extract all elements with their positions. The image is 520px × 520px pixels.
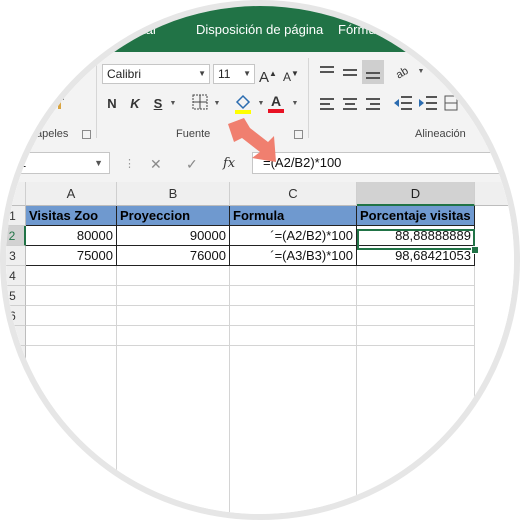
font-name-combo[interactable]: Calibri ▼	[102, 64, 210, 84]
column-header-e[interactable]	[475, 182, 514, 206]
font-launcher-icon[interactable]	[294, 130, 303, 139]
enter-icon[interactable]: ✓	[186, 156, 198, 173]
align-middle-button[interactable]	[341, 62, 359, 82]
column-header-d[interactable]: D	[357, 182, 475, 206]
cell-c1[interactable]: Formula	[230, 206, 357, 226]
font-color-swatch	[268, 109, 284, 113]
group-label-clipboard: apeles	[36, 128, 69, 140]
orientation-dropdown-icon[interactable]: ▼	[416, 62, 426, 82]
chevron-down-icon: ▼	[243, 69, 251, 78]
tab-formulas[interactable]: Fórmula	[338, 22, 386, 37]
borders-button[interactable]	[190, 94, 210, 116]
select-all-corner[interactable]	[6, 182, 26, 206]
name-box[interactable]: 2 ▼	[6, 152, 110, 174]
name-box-value: 2	[19, 155, 27, 170]
svg-text:A: A	[271, 93, 281, 109]
orientation-button[interactable]: ab	[393, 62, 415, 86]
fill-dropdown-icon[interactable]: ▼	[256, 94, 266, 114]
format-painter-icon[interactable]	[48, 92, 72, 118]
merge-center-button[interactable]	[443, 94, 459, 114]
group-label-alignment: Alineación	[415, 128, 466, 140]
cell-a3[interactable]: 75000	[26, 246, 117, 266]
clipboard-launcher-icon[interactable]	[82, 130, 91, 139]
grow-font-label: A	[259, 69, 270, 86]
fill-color-swatch	[235, 110, 251, 114]
chevron-down-icon: ▼	[198, 69, 206, 78]
borders-dropdown-icon[interactable]: ▼	[212, 94, 222, 114]
orientation-icon: ab	[394, 65, 411, 82]
pointer-arrow-icon	[228, 118, 276, 162]
cell-c3[interactable]: ´=(A3/B3)*100	[230, 246, 357, 266]
svg-text:ab: ab	[394, 65, 411, 80]
font-name-value: Calibri	[107, 67, 142, 81]
align-left-button[interactable]	[318, 94, 336, 114]
circular-viewport: sertar Disposición de página Fórmula ape…	[0, 0, 520, 520]
excel-window: sertar Disposición de página Fórmula ape…	[6, 6, 514, 514]
increase-indent-button[interactable]	[418, 94, 438, 114]
align-right-button[interactable]	[364, 94, 382, 114]
column-header-c[interactable]: C	[230, 182, 357, 206]
italic-button[interactable]: K	[127, 94, 143, 114]
active-cell-selection[interactable]	[357, 229, 475, 250]
decrease-indent-icon	[394, 96, 412, 110]
row-header-filler	[6, 346, 26, 514]
cancel-icon[interactable]: ✕	[150, 156, 162, 173]
fill-handle[interactable]	[471, 246, 479, 254]
fill-color-button[interactable]	[232, 92, 254, 120]
ribbon-separator	[308, 58, 309, 138]
row-header-3[interactable]: 3	[6, 246, 26, 266]
cell-a2[interactable]: 80000	[26, 226, 117, 246]
tab-insert[interactable]: sertar	[124, 22, 157, 37]
formula-input[interactable]: =(A2/B2)*100	[252, 152, 514, 174]
shrink-font-button[interactable]: A▼	[281, 64, 301, 87]
align-center-button[interactable]	[341, 94, 359, 114]
increase-indent-icon	[419, 96, 437, 110]
shrink-font-label: A	[283, 70, 292, 84]
align-top-button[interactable]	[318, 62, 336, 82]
font-color-dropdown-icon[interactable]: ▼	[290, 94, 300, 114]
font-color-button[interactable]: A	[266, 92, 286, 120]
cell-d1[interactable]: Porcentaje visitas	[357, 206, 475, 226]
bold-button[interactable]: N	[104, 94, 120, 114]
align-bottom-button[interactable]	[362, 60, 384, 84]
row-header-5[interactable]: 5	[6, 286, 26, 306]
row-header-4[interactable]: 4	[6, 266, 26, 286]
group-label-font: Fuente	[176, 128, 211, 140]
column-header-b[interactable]: B	[117, 182, 230, 206]
grow-font-button[interactable]: A▲	[258, 64, 278, 88]
underline-button[interactable]: S	[150, 94, 166, 114]
spreadsheet-grid: A B C D 1 2 3 4 5 6 7 Visitas Zoo Proyec…	[6, 182, 514, 514]
row-header-2[interactable]: 2	[6, 226, 26, 246]
font-size-combo[interactable]: 11 ▼	[213, 64, 255, 84]
merge-icon	[444, 95, 458, 111]
fill-bucket-icon	[235, 94, 251, 114]
cell-b1[interactable]: Proyeccion	[117, 206, 230, 226]
tab-page-layout[interactable]: Disposición de página	[196, 22, 323, 37]
formula-bar-grip-icon: ⋮	[124, 158, 135, 170]
font-size-value: 11	[218, 67, 231, 81]
row-header-6[interactable]: 6	[6, 306, 26, 326]
ribbon-tabs: sertar Disposición de página Fórmula	[6, 6, 514, 52]
cell-b2[interactable]: 90000	[117, 226, 230, 246]
cell-a1[interactable]: Visitas Zoo	[26, 206, 117, 226]
cell-c2[interactable]: ´=(A2/B2)*100	[230, 226, 357, 246]
column-header-a[interactable]: A	[26, 182, 117, 206]
decrease-indent-button[interactable]	[393, 94, 413, 114]
borders-icon	[192, 94, 208, 110]
font-color-icon: A	[268, 93, 284, 113]
row-header-1[interactable]: 1	[6, 206, 26, 226]
wrap-text-button[interactable]	[440, 62, 458, 82]
underline-dropdown-icon[interactable]: ▼	[168, 94, 178, 114]
row-header-7[interactable]: 7	[6, 326, 26, 346]
ribbon-separator	[96, 58, 97, 138]
chevron-down-icon: ▼	[94, 158, 103, 168]
cell-b3[interactable]: 76000	[117, 246, 230, 266]
